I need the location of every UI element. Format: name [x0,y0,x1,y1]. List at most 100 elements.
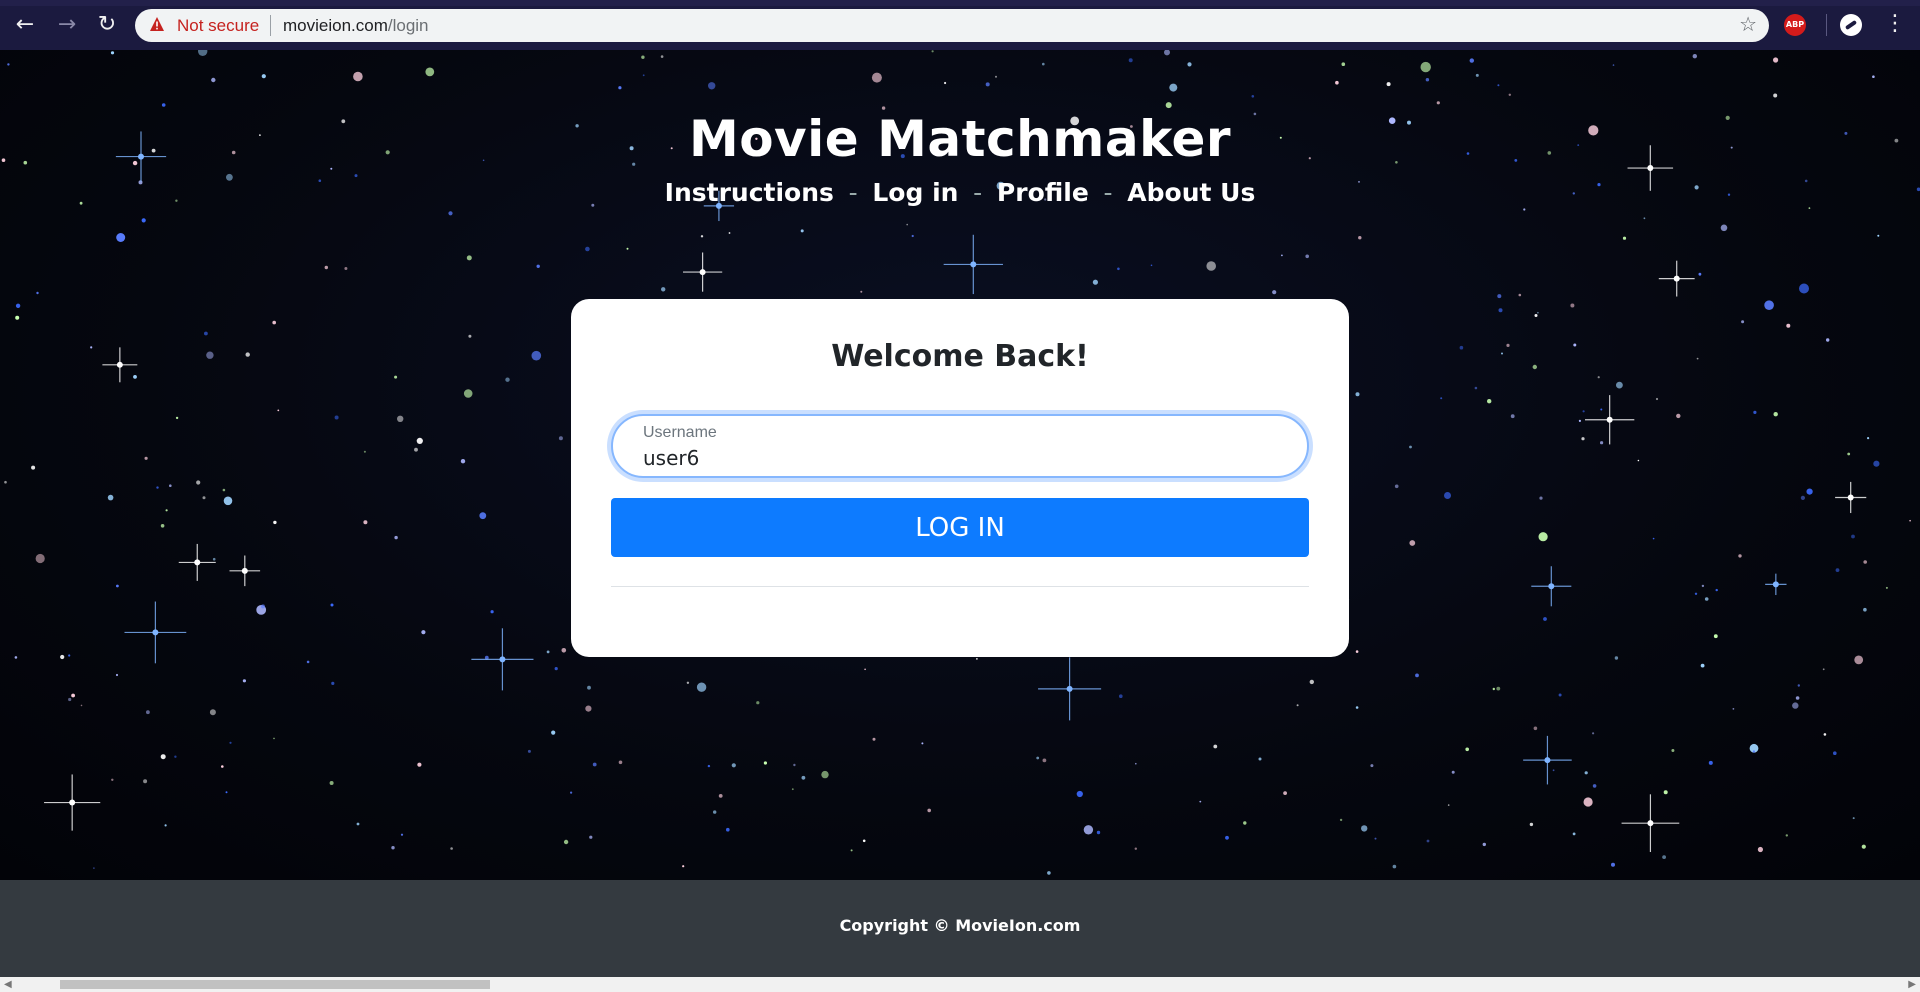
star [1700,663,1705,668]
star [1482,842,1487,847]
nav-link-log-in[interactable]: Log in [872,178,958,207]
extension-icon[interactable] [1840,14,1862,36]
star [1496,686,1501,691]
star [165,509,168,512]
star [1047,871,1051,875]
star [931,50,934,53]
card-divider [611,586,1309,587]
star [618,760,623,765]
star [995,75,997,78]
nav-link-instructions[interactable]: Instructions [665,178,834,207]
star [1573,343,1577,347]
star [479,512,487,520]
bright-star [1038,657,1102,721]
star [585,246,590,252]
bookmark-star-icon[interactable]: ☆ [1739,12,1757,36]
star [1409,540,1416,546]
star [1701,584,1705,588]
scroll-right-icon[interactable]: ▶ [1908,979,1916,990]
star [468,334,472,338]
star [587,685,591,690]
star [1469,58,1475,63]
star [850,849,853,852]
star [1600,408,1603,411]
star [1720,224,1728,232]
back-button[interactable]: ← [10,10,40,40]
star [1420,61,1431,73]
star [927,808,931,813]
star [68,654,71,657]
star [143,779,148,784]
star [93,867,95,869]
login-heading: Welcome Back! [831,339,1089,374]
star [90,346,93,349]
bright-star [1585,395,1635,445]
star [558,436,563,441]
star [1764,300,1774,310]
star [273,520,277,525]
reload-button[interactable]: ↻ [92,10,122,40]
star [80,704,83,707]
url-text[interactable]: movieion.com/login [283,16,429,36]
adblock-extension-icon[interactable]: ABP [1784,14,1806,36]
copyright-text: Copyright © MovieIon.com [839,916,1081,935]
browser-menu-icon[interactable]: ⋮ [1884,10,1906,40]
star [1704,597,1709,601]
star [110,51,115,55]
star [1243,821,1247,825]
star [1851,534,1855,539]
star [1741,320,1745,324]
star [1583,797,1593,807]
star [1134,847,1138,850]
star [682,865,685,868]
star [198,50,208,56]
scrollbar-thumb[interactable] [60,980,490,989]
star [1597,376,1600,379]
star [156,486,159,489]
star [306,660,310,664]
nav-link-profile[interactable]: Profile [997,178,1089,207]
nav-separator: - [973,178,983,207]
star [1738,554,1742,558]
star [330,167,333,170]
star [1753,410,1757,414]
site-navigation: Instructions - Log in - Profile - About … [0,178,1920,207]
url-divider [270,15,271,36]
nav-link-about-us[interactable]: About Us [1127,178,1255,207]
security-status[interactable]: Not secure [177,16,259,36]
username-input[interactable] [643,446,1243,470]
star [211,77,216,83]
star [570,791,573,794]
address-bar[interactable]: Not secure movieion.com/login ☆ [135,9,1769,42]
star [356,822,360,826]
username-label: Username [643,424,717,441]
star [107,494,114,501]
star [261,74,266,79]
star [1612,64,1615,66]
star [334,415,339,420]
star [15,315,20,320]
star [1370,764,1374,768]
star [713,810,717,814]
forward-button[interactable]: → [52,10,82,40]
star [731,763,736,768]
star [1643,217,1646,220]
star [448,211,453,216]
star [394,535,398,540]
star [450,847,453,850]
star [1534,314,1538,317]
horizontal-scrollbar[interactable]: ◀ ▶ [0,977,1920,992]
star [363,520,368,525]
site-title: Movie Matchmaker [688,110,1232,168]
star [116,233,126,242]
star [223,496,233,506]
scroll-left-icon[interactable]: ◀ [4,979,12,990]
username-field[interactable]: Username [611,414,1309,478]
star [1539,496,1543,500]
star [554,667,558,671]
login-card: Welcome Back! Username LOG IN [571,299,1349,657]
star [1506,343,1510,347]
star [531,350,542,361]
log-in-button[interactable]: LOG IN [611,498,1309,557]
star [416,437,423,444]
